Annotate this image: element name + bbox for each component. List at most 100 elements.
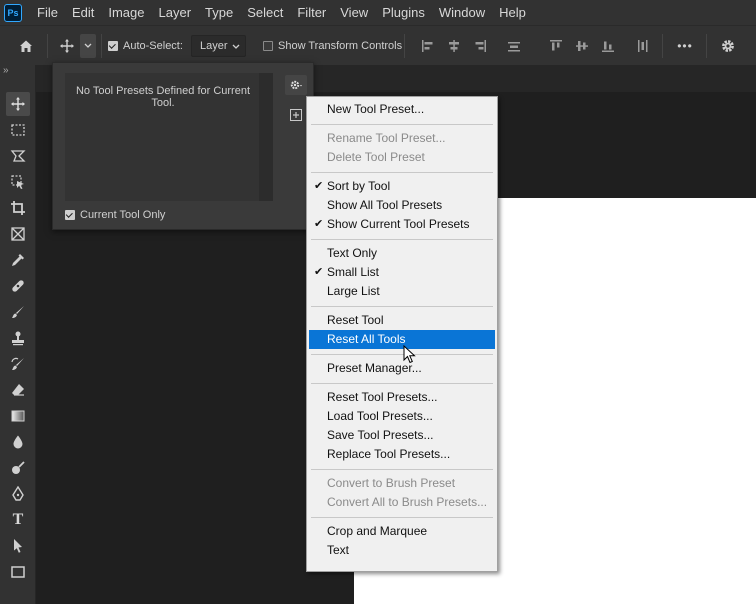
presets-scrollbar[interactable] [259, 73, 273, 201]
eraser-tool-icon[interactable] [6, 378, 30, 402]
current-tool-only-label: Current Tool Only [80, 209, 166, 221]
current-tool-only-checkbox[interactable] [65, 210, 75, 220]
menu-item-label: Text Only [327, 246, 378, 260]
move-tool-icon[interactable] [6, 92, 30, 116]
menu-item-save-tool-presets[interactable]: Save Tool Presets... [309, 426, 495, 445]
menu-item-show-all-tool-presets[interactable]: Show All Tool Presets [309, 196, 495, 215]
type-tool-icon[interactable]: T [6, 508, 30, 532]
align-bottom-icon[interactable] [600, 37, 616, 55]
menu-item-reset-tool-presets[interactable]: Reset Tool Presets... [309, 388, 495, 407]
options-bar: Auto-Select: Layer Show Transform Contro… [0, 25, 756, 65]
tool-preset-picker-button[interactable] [80, 34, 96, 58]
menu-item-crop-and-marquee[interactable]: Crop and Marquee [309, 522, 495, 541]
menu-window[interactable]: Window [432, 0, 492, 25]
menu-item-label: Reset Tool [327, 313, 384, 327]
marquee-tool-icon[interactable] [6, 118, 30, 142]
menu-select[interactable]: Select [240, 0, 290, 25]
menu-edit[interactable]: Edit [65, 0, 101, 25]
divider [662, 34, 663, 58]
auto-select-toggle[interactable]: Auto-Select: [108, 39, 183, 53]
crop-tool-icon[interactable] [6, 196, 30, 220]
menu-item-label: Text [327, 543, 350, 557]
align-horizontal-center-icon[interactable] [446, 37, 462, 55]
settings-gear-icon[interactable] [718, 36, 738, 56]
mouse-cursor-icon [403, 345, 416, 364]
menu-item-reset-all-tools[interactable]: Reset All Tools [309, 330, 495, 349]
menu-item-label: Large List [327, 284, 380, 298]
lasso-tool-icon[interactable] [6, 144, 30, 168]
divider [404, 34, 405, 58]
healing-brush-tool-icon[interactable] [6, 274, 30, 298]
frame-tool-icon[interactable] [6, 222, 30, 246]
collapse-panel-icon[interactable]: » [3, 65, 8, 76]
eyedropper-tool-icon[interactable] [6, 248, 30, 272]
checkmark-icon: ✔ [314, 218, 324, 230]
rectangle-tool-icon[interactable] [6, 560, 30, 584]
auto-select-target-dropdown[interactable]: Layer [191, 35, 246, 57]
menu-item-new-tool-preset[interactable]: New Tool Preset... [309, 100, 495, 119]
tools-panel: » T [0, 65, 36, 604]
menu-item-label: Show Current Tool Presets [327, 217, 470, 231]
menu-item-preset-manager[interactable]: Preset Manager... [309, 359, 495, 378]
tool-presets-list[interactable]: No Tool Presets Defined for Current Tool… [65, 73, 261, 201]
menu-filter[interactable]: Filter [290, 0, 333, 25]
blur-tool-icon[interactable] [6, 430, 30, 454]
menu-item-label: Crop and Marquee [327, 524, 428, 538]
menu-file[interactable]: File [30, 0, 65, 25]
object-select-tool-icon[interactable] [6, 170, 30, 194]
dodge-tool-icon[interactable] [6, 456, 30, 480]
align-vertical-center-icon[interactable] [574, 37, 590, 55]
history-brush-tool-icon[interactable] [6, 352, 30, 376]
menu-separator [311, 469, 493, 470]
show-transform-label: Show Transform Controls [278, 40, 403, 52]
menu-item-replace-tool-presets[interactable]: Replace Tool Presets... [309, 445, 495, 464]
menu-item-label: Load Tool Presets... [327, 409, 433, 423]
menu-separator [311, 354, 493, 355]
menu-image[interactable]: Image [101, 0, 151, 25]
auto-select-checkbox[interactable] [108, 41, 118, 51]
move-tool-preset-icon[interactable] [56, 35, 78, 57]
menu-item-text-only[interactable]: Text Only [309, 244, 495, 263]
new-tool-preset-icon[interactable] [289, 108, 303, 122]
menu-layer[interactable]: Layer [152, 0, 199, 25]
menu-item-small-list[interactable]: ✔ Small List [309, 263, 495, 282]
align-left-icon[interactable] [420, 37, 436, 55]
align-top-icon[interactable] [548, 37, 564, 55]
menu-item-load-tool-presets[interactable]: Load Tool Presets... [309, 407, 495, 426]
menu-item-label: Replace Tool Presets... [327, 447, 451, 461]
show-transform-controls-toggle[interactable]: Show Transform Controls [263, 39, 402, 53]
menu-plugins[interactable]: Plugins [375, 0, 432, 25]
tool-presets-panel: No Tool Presets Defined for Current Tool… [52, 62, 314, 230]
menu-type[interactable]: Type [198, 0, 240, 25]
menu-item-label: Small List [327, 265, 380, 279]
menu-item-label: Sort by Tool [327, 179, 391, 193]
menu-separator [311, 383, 493, 384]
menu-view[interactable]: View [333, 0, 375, 25]
panel-menu-gear-icon[interactable] [285, 75, 307, 95]
menu-help[interactable]: Help [492, 0, 533, 25]
menu-item-large-list[interactable]: Large List [309, 282, 495, 301]
more-options-icon[interactable]: ••• [672, 36, 698, 56]
show-transform-checkbox[interactable] [263, 41, 273, 51]
menu-separator [311, 239, 493, 240]
menu-item-reset-tool[interactable]: Reset Tool [309, 311, 495, 330]
chevron-down-icon [232, 44, 240, 49]
home-icon[interactable] [14, 35, 38, 57]
photoshop-logo-icon[interactable]: Ps [4, 3, 22, 22]
path-select-tool-icon[interactable] [6, 534, 30, 558]
menu-item-sort-by-tool[interactable]: ✔ Sort by Tool [309, 177, 495, 196]
clone-stamp-tool-icon[interactable] [6, 326, 30, 350]
divider [101, 34, 102, 58]
menu-item-label: Save Tool Presets... [327, 428, 434, 442]
align-right-icon[interactable] [472, 37, 488, 55]
distribute-horizontal-icon[interactable] [634, 37, 650, 55]
distribute-vertical-icon[interactable] [506, 37, 522, 55]
menu-item-text[interactable]: Text [309, 541, 495, 560]
current-tool-only-toggle[interactable]: Current Tool Only [65, 209, 165, 221]
menu-item-show-current-tool-presets[interactable]: ✔ Show Current Tool Presets [309, 215, 495, 234]
pen-tool-icon[interactable] [6, 482, 30, 506]
gradient-tool-icon[interactable] [6, 404, 30, 428]
menu-item-label: Reset All Tools [327, 332, 406, 346]
brush-tool-icon[interactable] [6, 300, 30, 324]
checkmark-icon: ✔ [314, 180, 324, 192]
